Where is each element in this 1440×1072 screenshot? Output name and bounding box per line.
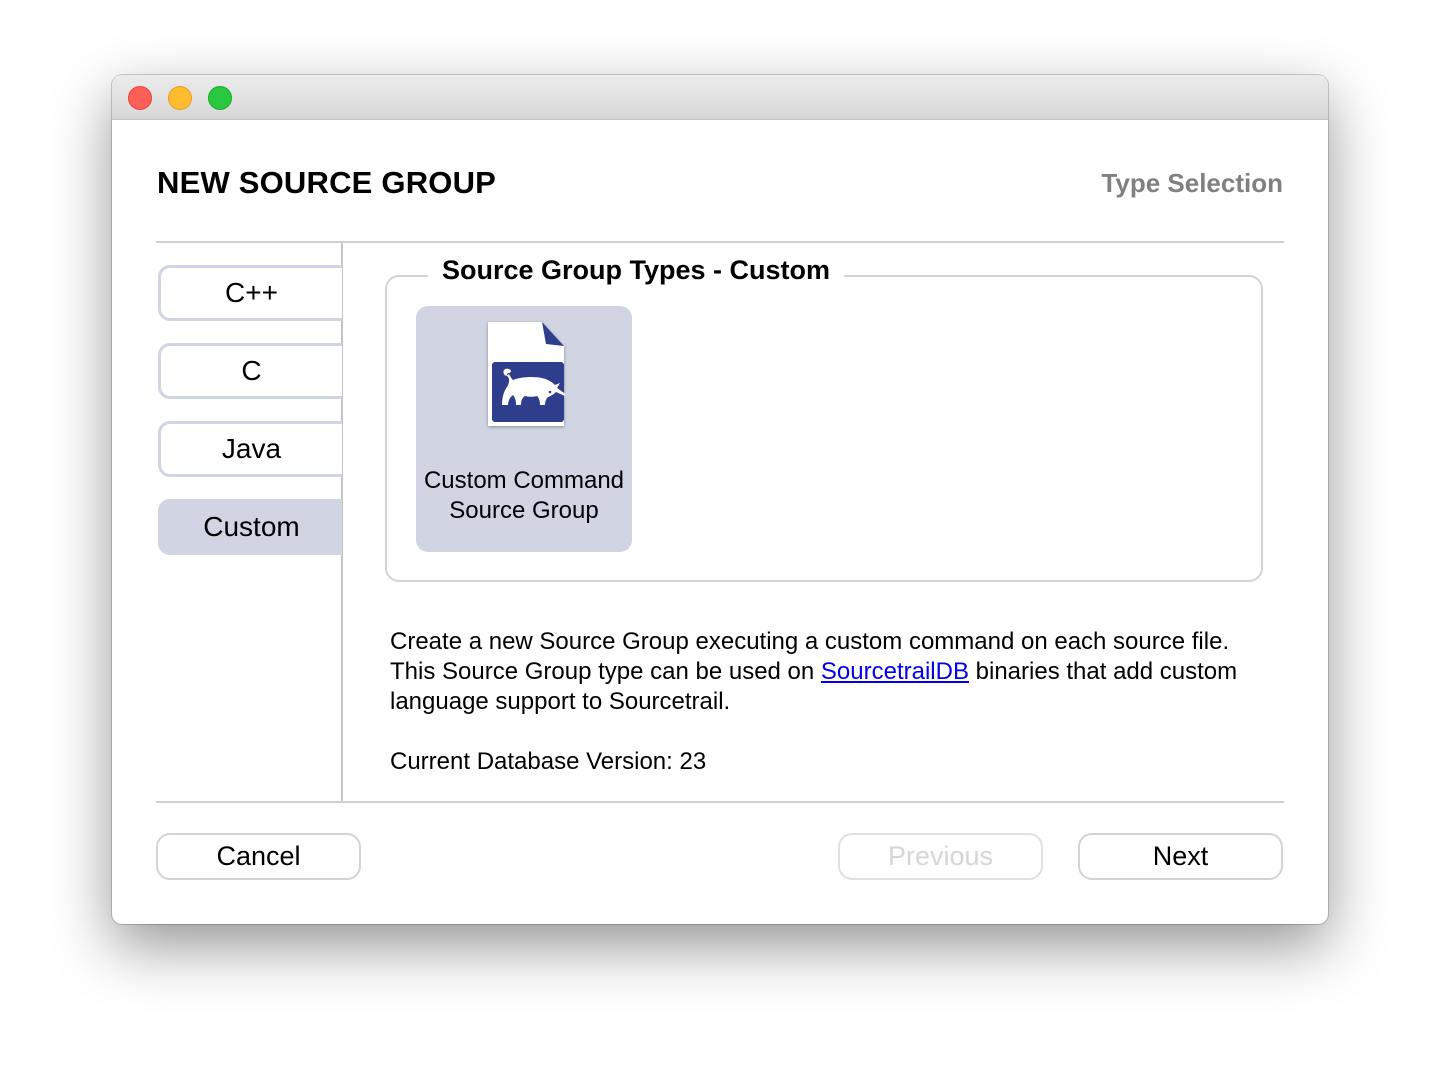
title-bar[interactable] bbox=[112, 75, 1328, 120]
custom-command-source-group-label: Custom Command Source Group bbox=[416, 466, 632, 526]
tab-cpp[interactable]: C++ bbox=[158, 265, 342, 321]
tab-label: Custom bbox=[203, 511, 300, 542]
custom-command-source-group-option[interactable]: Custom Command Source Group bbox=[416, 306, 632, 552]
tab-custom[interactable]: Custom bbox=[158, 499, 342, 555]
tab-label: Java bbox=[221, 433, 282, 464]
label-line-1: Custom Command bbox=[423, 467, 625, 494]
new-source-group-dialog: NEW SOURCE GROUP Type Selection C++ C Ja… bbox=[112, 75, 1328, 924]
tab-c[interactable]: C bbox=[158, 343, 342, 399]
database-version: Current Database Version: 23 bbox=[390, 748, 707, 775]
sourcetraildb-link[interactable]: SourcetrailDB bbox=[821, 658, 969, 685]
next-button[interactable]: Next bbox=[1078, 833, 1283, 880]
close-window-button[interactable] bbox=[128, 86, 152, 110]
previous-button[interactable]: Previous bbox=[838, 833, 1043, 880]
cancel-button[interactable]: Cancel bbox=[156, 833, 361, 880]
sourcetrail-file-icon bbox=[488, 322, 566, 426]
label-line-2: Source Group bbox=[449, 497, 599, 524]
dialog-title: NEW SOURCE GROUP bbox=[157, 165, 497, 200]
tab-label: C++ bbox=[225, 277, 278, 308]
header-divider bbox=[156, 241, 1284, 243]
tab-java[interactable]: Java bbox=[158, 421, 342, 477]
footer-divider bbox=[156, 801, 1284, 803]
minimize-window-button[interactable] bbox=[168, 86, 192, 110]
source-group-types-title: Source Group Types - Custom bbox=[428, 255, 845, 286]
step-label: Type Selection bbox=[1101, 168, 1283, 198]
type-description: Create a new Source Group executing a cu… bbox=[390, 627, 1270, 717]
maximize-window-button[interactable] bbox=[208, 86, 232, 110]
tab-label: C bbox=[241, 355, 262, 386]
